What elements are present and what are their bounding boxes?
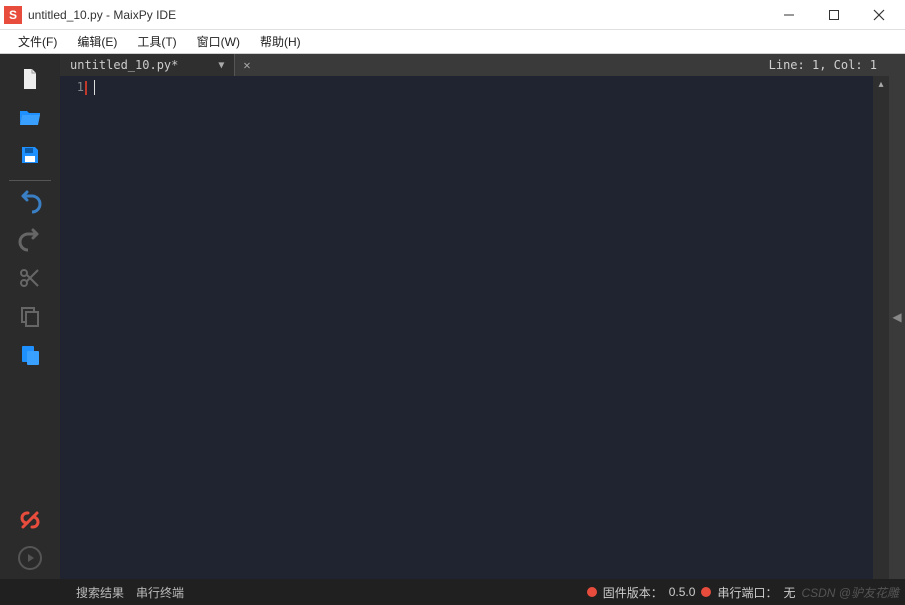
link-broken-icon <box>18 508 42 535</box>
menu-edit[interactable]: 编辑(E) <box>67 30 127 53</box>
code-area[interactable] <box>88 76 873 579</box>
tab-close-button[interactable]: ✕ <box>235 58 258 72</box>
open-file-button[interactable] <box>10 100 50 136</box>
maximize-button[interactable] <box>811 1 856 29</box>
status-right: 固件版本： 0.5.0 串行端口： 无 CSDN @驴友花雕 <box>587 584 899 601</box>
run-button[interactable] <box>10 541 50 577</box>
editor-body: 1 ▴ <box>60 76 889 579</box>
main-area: untitled_10.py* ▼ ✕ Line: 1, Col: 1 1 ▴ … <box>0 54 905 579</box>
play-icon <box>18 546 42 573</box>
scroll-up-icon[interactable]: ▴ <box>873 76 889 92</box>
close-button[interactable] <box>856 1 901 29</box>
file-icon <box>18 67 42 94</box>
editor-tab[interactable]: untitled_10.py* ▼ <box>60 54 235 76</box>
app-icon: S <box>4 6 22 24</box>
scissors-icon <box>18 266 42 293</box>
minimize-button[interactable] <box>766 1 811 29</box>
window-controls <box>766 1 901 29</box>
cut-button[interactable] <box>10 261 50 297</box>
paste-button[interactable] <box>10 337 50 373</box>
save-button[interactable] <box>10 138 50 174</box>
line-number: 1 <box>60 80 84 96</box>
panel-collapse-handle[interactable]: ◀ <box>889 54 905 579</box>
toolbar-separator <box>9 180 51 181</box>
undo-button[interactable] <box>10 185 50 221</box>
chevron-down-icon[interactable]: ▼ <box>218 60 224 71</box>
statusbar: 搜索结果 串行终端 固件版本： 0.5.0 串行端口： 无 CSDN @驴友花雕 <box>0 579 905 605</box>
redo-button[interactable] <box>10 223 50 259</box>
undo-icon <box>18 190 42 217</box>
paste-icon <box>18 342 42 369</box>
menu-help[interactable]: 帮助(H) <box>250 30 311 53</box>
menu-file[interactable]: 文件(F) <box>8 30 67 53</box>
status-dot-icon <box>701 587 711 597</box>
text-cursor <box>94 80 95 95</box>
tab-search-results[interactable]: 搜索结果 <box>76 584 124 601</box>
line-gutter: 1 <box>60 76 88 579</box>
folder-open-icon <box>18 105 42 132</box>
copy-button[interactable] <box>10 299 50 335</box>
watermark-text: CSDN @驴友花雕 <box>801 584 899 601</box>
serial-port-label: 串行端口： <box>717 584 777 601</box>
cursor-position: Line: 1, Col: 1 <box>769 58 889 72</box>
tab-serial-terminal[interactable]: 串行终端 <box>136 584 184 601</box>
redo-icon <box>18 228 42 255</box>
serial-port-value: 无 <box>783 584 795 601</box>
new-file-button[interactable] <box>10 62 50 98</box>
firmware-label: 固件版本： <box>603 584 663 601</box>
status-dot-icon <box>587 587 597 597</box>
menubar: 文件(F) 编辑(E) 工具(T) 窗口(W) 帮助(H) <box>0 30 905 54</box>
menu-window[interactable]: 窗口(W) <box>187 30 250 53</box>
copy-icon <box>18 304 42 331</box>
menu-tools[interactable]: 工具(T) <box>127 30 186 53</box>
tab-label: untitled_10.py* <box>70 58 178 72</box>
chevron-left-icon: ◀ <box>892 310 901 324</box>
editor-area: untitled_10.py* ▼ ✕ Line: 1, Col: 1 1 ▴ <box>60 54 889 579</box>
connect-button[interactable] <box>10 503 50 539</box>
status-left-tabs: 搜索结果 串行终端 <box>6 584 184 601</box>
save-icon <box>18 143 42 170</box>
left-toolbar <box>0 54 60 579</box>
editor-tabbar: untitled_10.py* ▼ ✕ Line: 1, Col: 1 <box>60 54 889 76</box>
vertical-scrollbar[interactable]: ▴ <box>873 76 889 579</box>
firmware-version: 0.5.0 <box>669 585 696 599</box>
window-title: untitled_10.py - MaixPy IDE <box>28 8 766 22</box>
titlebar: S untitled_10.py - MaixPy IDE <box>0 0 905 30</box>
close-icon: ✕ <box>243 58 250 72</box>
